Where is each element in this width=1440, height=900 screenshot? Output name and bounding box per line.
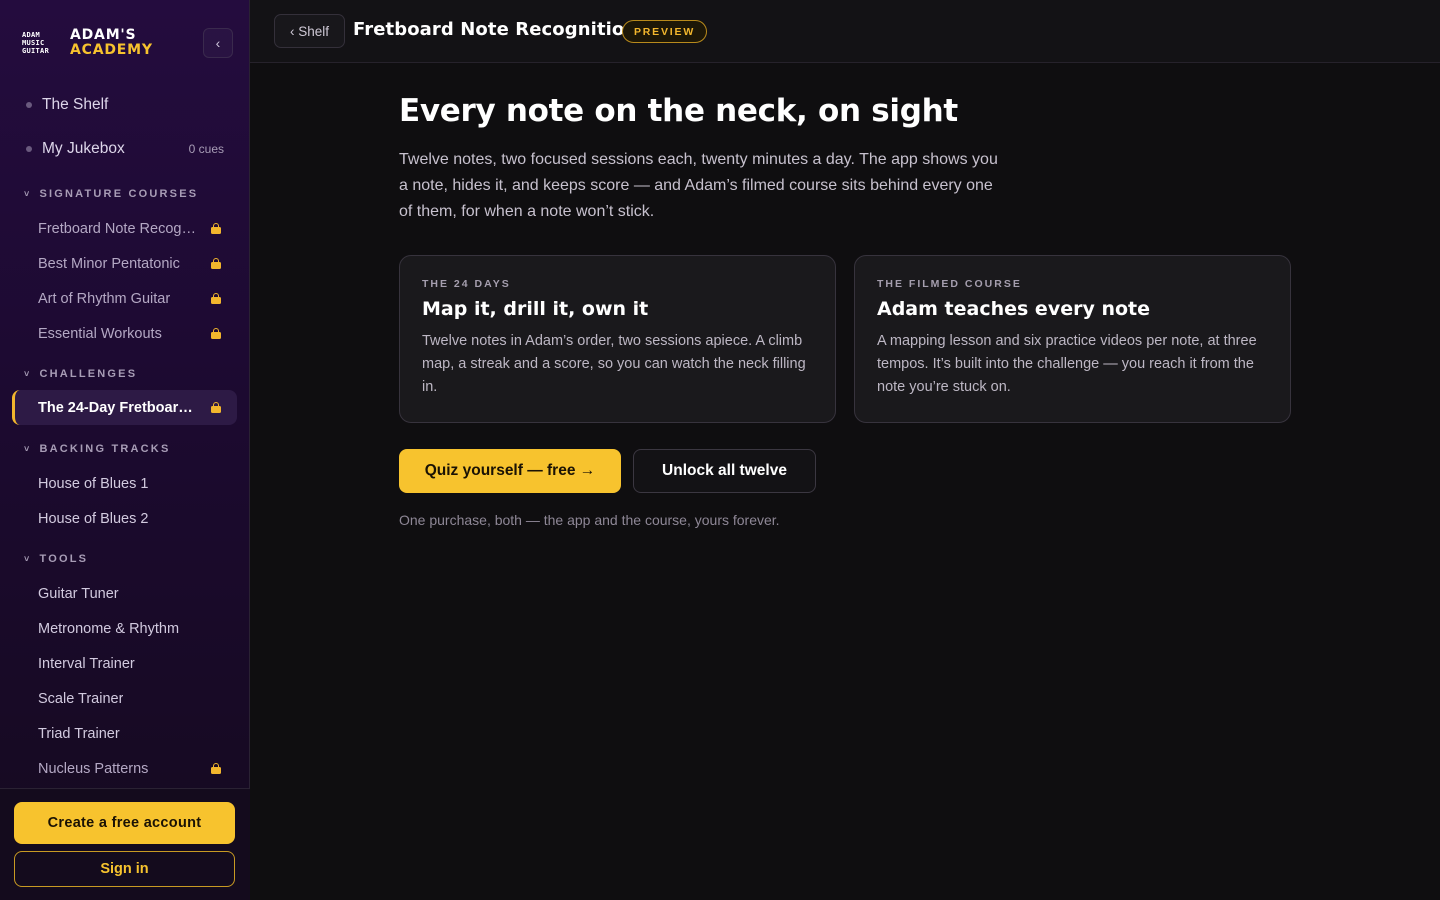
- sidebar-item-label: Art of Rhythm Guitar: [38, 290, 171, 307]
- sidebar-item-label: Nucleus Patterns: [38, 760, 149, 777]
- sidebar-item-metronome-rhythm[interactable]: Metronome & Rhythm: [12, 611, 237, 646]
- lock-icon: [211, 763, 221, 774]
- sidebar-item-scale-trainer[interactable]: Scale Trainer: [12, 681, 237, 716]
- sidebar-item-triad-trainer[interactable]: Triad Trainer: [12, 716, 237, 751]
- preview-badge: PREVIEW: [622, 20, 708, 43]
- chevron-left-icon: ‹: [215, 35, 221, 51]
- hero-description: Twelve notes, two focused sessions each,…: [399, 151, 998, 220]
- section-backing-tracks[interactable]: ˅ BACKING TRACKS: [24, 439, 171, 459]
- chevron-down-icon: ˅: [24, 554, 32, 564]
- sidebar-item-label: House of Blues 1: [38, 475, 149, 492]
- sidebar-item-art-of-rhythm-guitar[interactable]: Art of Rhythm Guitar: [12, 281, 237, 316]
- card-title: Map it, drill it, own it: [422, 298, 649, 320]
- section-title: TOOLS: [39, 553, 89, 565]
- card-body: Twelve notes in Adam’s order, two sessio…: [422, 333, 806, 395]
- page-title: Fretboard Note Recognition: [353, 19, 638, 40]
- purchase-footnote: One purchase, both — the app and the cou…: [399, 512, 780, 528]
- sidebar-item-label: Guitar Tuner: [38, 585, 119, 602]
- sidebar-item-interval-trainer[interactable]: Interval Trainer: [12, 646, 237, 681]
- bullet-icon: [26, 146, 32, 152]
- sidebar: ADAM MUSIC GUITAR ADAM'S ACADEMY ‹ The S…: [0, 0, 250, 900]
- quiz-yourself-button[interactable]: Quiz yourself — free →: [399, 449, 621, 493]
- brand-name: ADAM'S ACADEMY: [70, 28, 153, 58]
- sidebar-item-label: House of Blues 2: [38, 510, 149, 527]
- section-title: CHALLENGES: [39, 368, 138, 380]
- jukebox-cue-count: 0 cues: [188, 142, 224, 156]
- section-challenges[interactable]: ˅ CHALLENGES: [24, 364, 137, 384]
- brand-mark-icon: ADAM MUSIC GUITAR: [22, 31, 50, 55]
- sidebar-item-nucleus-patterns[interactable]: Nucleus Patterns: [12, 751, 237, 786]
- card-body: A mapping lesson and six practice videos…: [877, 333, 1257, 395]
- sidebar-item-fretboard-note-recognition[interactable]: Fretboard Note Recognition: [12, 211, 237, 246]
- card-eyebrow: THE 24 DAYS: [422, 278, 511, 290]
- sidebar-item-label: Scale Trainer: [38, 690, 124, 707]
- sidebar-footer: Create a free account Sign in: [0, 788, 250, 900]
- sidebar-item-label: Metronome & Rhythm: [38, 620, 180, 637]
- brand-name-line2: ACADEMY: [70, 42, 153, 58]
- lock-icon: [211, 223, 221, 234]
- brand-name-line1: ADAM'S: [70, 27, 137, 43]
- collapse-sidebar-button[interactable]: ‹: [203, 28, 233, 58]
- sidebar-item-label: Triad Trainer: [38, 725, 120, 742]
- sidebar-item-label: Best Minor Pentatonic: [38, 255, 180, 272]
- back-to-shelf-button[interactable]: ‹ Shelf: [274, 14, 346, 48]
- nav-item-label: The Shelf: [42, 96, 109, 113]
- lock-icon: [211, 402, 221, 413]
- section-title: SIGNATURE COURSES: [39, 188, 199, 200]
- create-account-button[interactable]: Create a free account: [14, 802, 235, 844]
- lock-icon: [211, 258, 221, 269]
- nav-item-label: My Jukebox: [42, 140, 125, 157]
- section-title: BACKING TRACKS: [39, 443, 171, 455]
- sidebar-item-label: Essential Workouts: [38, 325, 162, 342]
- hero-title: Every note on the neck, on sight: [399, 93, 958, 129]
- nav-item-the-shelf[interactable]: The Shelf: [0, 83, 250, 127]
- section-tools[interactable]: ˅ TOOLS: [24, 549, 88, 569]
- brand-logo[interactable]: ADAM MUSIC GUITAR ADAM'S ACADEMY: [22, 28, 153, 58]
- card-eyebrow: THE FILMED COURSE: [877, 278, 1022, 290]
- chevron-down-icon: ˅: [24, 189, 32, 199]
- feature-card-filmed-course: THE FILMED COURSE Adam teaches every not…: [854, 255, 1291, 423]
- lock-icon: [211, 293, 221, 304]
- sidebar-item-house-of-blues-2[interactable]: House of Blues 2: [12, 501, 237, 536]
- sidebar-item-24-day-fretboard-challenge[interactable]: The 24-Day Fretboard Challenge: [12, 390, 237, 425]
- sidebar-item-best-minor-pentatonic[interactable]: Best Minor Pentatonic: [12, 246, 237, 281]
- top-bar: ‹ Shelf Fretboard Note Recognition PREVI…: [250, 0, 1440, 63]
- card-title: Adam teaches every note: [877, 298, 1151, 320]
- main-content: Every note on the neck, on sight Twelve …: [250, 63, 1440, 900]
- lock-icon: [211, 328, 221, 339]
- chevron-down-icon: ˅: [24, 444, 32, 454]
- sidebar-item-label: The 24-Day Fretboard Challenge: [38, 399, 198, 416]
- nav-item-my-jukebox[interactable]: My Jukebox 0 cues: [0, 127, 250, 171]
- chevron-down-icon: ˅: [24, 369, 32, 379]
- bullet-icon: [26, 102, 32, 108]
- section-signature-courses[interactable]: ˅ SIGNATURE COURSES: [24, 184, 198, 204]
- sidebar-item-guitar-tuner[interactable]: Guitar Tuner: [12, 576, 237, 611]
- primary-nav: The Shelf My Jukebox 0 cues: [0, 83, 250, 171]
- feature-card-24-days: THE 24 DAYS Map it, drill it, own it Twe…: [399, 255, 836, 423]
- sign-in-button[interactable]: Sign in: [14, 851, 235, 887]
- unlock-all-button[interactable]: Unlock all twelve: [633, 449, 816, 493]
- sidebar-item-label: Fretboard Note Recognition: [38, 220, 198, 237]
- sidebar-item-essential-workouts[interactable]: Essential Workouts: [12, 316, 237, 351]
- sidebar-item-house-of-blues-1[interactable]: House of Blues 1: [12, 466, 237, 501]
- sidebar-item-label: Interval Trainer: [38, 655, 135, 672]
